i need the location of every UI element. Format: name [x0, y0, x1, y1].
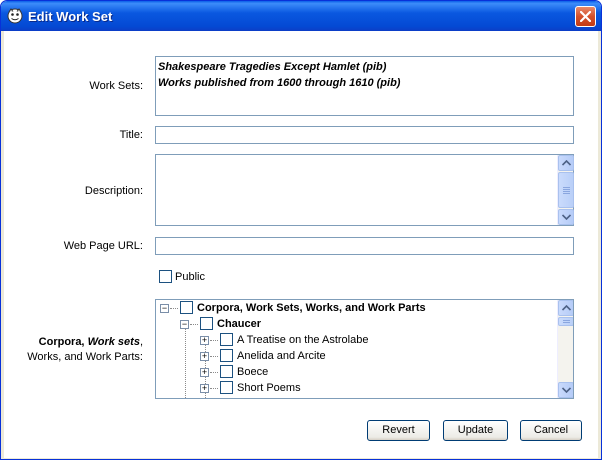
worksets-list[interactable]: Shakespeare Tragedies Except Hamlet (pib… — [155, 56, 574, 116]
tree-row-item[interactable]: + Anelida and Arcite — [156, 348, 556, 364]
arrow-up-icon — [562, 160, 571, 166]
close-button[interactable] — [575, 6, 596, 27]
tree-item-label: Short Poems — [237, 382, 301, 394]
tree-root-label: Corpora, Work Sets, Works, and Work Part… — [197, 302, 426, 314]
tree-row-item[interactable]: + Boece — [156, 364, 556, 380]
tree-scrollbar[interactable] — [557, 300, 573, 398]
tree-row-item[interactable]: + A Treatise on the Astrolabe — [156, 332, 556, 348]
tree-checkbox[interactable] — [200, 317, 213, 330]
arrow-up-icon — [562, 305, 571, 311]
scroll-down-button[interactable] — [558, 382, 573, 398]
tree-label-worksets: Work sets — [87, 336, 140, 348]
scroll-thumb[interactable] — [558, 172, 574, 208]
title-label: Title: — [119, 129, 143, 141]
tree-item-label: Anelida and Arcite — [237, 350, 326, 362]
tree-checkbox[interactable] — [220, 365, 233, 378]
title-bar[interactable]: Edit Work Set — [1, 1, 601, 31]
scroll-up-button[interactable] — [558, 155, 574, 171]
arrow-down-icon — [562, 214, 571, 220]
tree-row-corpus[interactable]: − Chaucer — [156, 316, 556, 332]
revert-button[interactable]: Revert — [367, 420, 430, 441]
description-textarea[interactable] — [155, 154, 574, 226]
scroll-thumb[interactable] — [558, 317, 573, 326]
tree-checkbox[interactable] — [220, 333, 233, 346]
tree-corpus-label: Chaucer — [217, 318, 262, 330]
window-title: Edit Work Set — [28, 9, 113, 24]
update-button[interactable]: Update — [443, 420, 508, 441]
tree-label-works: Works, and Work Parts: — [27, 351, 143, 363]
close-icon — [580, 11, 591, 22]
worksets-label: Work Sets: — [89, 80, 143, 92]
collapse-icon[interactable]: − — [180, 320, 189, 329]
workset-item[interactable]: Works published from 1600 through 1610 (… — [156, 75, 573, 91]
corpora-tree[interactable]: − Corpora, Work Sets, Works, and Work Pa… — [155, 299, 574, 399]
expand-icon[interactable]: + — [200, 336, 209, 345]
scroll-down-button[interactable] — [558, 209, 574, 225]
tree-label-corpora: Corpora, — [38, 336, 88, 348]
tree-checkbox[interactable] — [180, 301, 193, 314]
description-label: Description: — [84, 185, 143, 197]
tree-row-root[interactable]: − Corpora, Work Sets, Works, and Work Pa… — [156, 300, 556, 316]
edit-work-set-dialog: Edit Work Set Work Sets: Shakespeare Tra… — [0, 0, 602, 460]
title-input[interactable] — [155, 126, 574, 144]
collapse-icon[interactable]: − — [160, 304, 169, 313]
expand-icon[interactable]: + — [200, 352, 209, 361]
tree-item-label: A Treatise on the Astrolabe — [237, 334, 369, 346]
arrow-down-icon — [562, 387, 571, 393]
dialog-content: Work Sets: Shakespeare Tragedies Except … — [4, 31, 598, 458]
url-input[interactable] — [155, 237, 574, 255]
public-checkbox[interactable] — [159, 270, 172, 283]
tree-checkbox[interactable] — [220, 381, 233, 394]
tree-row-item[interactable]: + Short Poems — [156, 380, 556, 396]
expand-icon[interactable]: + — [200, 384, 209, 393]
cancel-button[interactable]: Cancel — [520, 420, 582, 441]
workset-item[interactable]: Shakespeare Tragedies Except Hamlet (pib… — [156, 59, 573, 75]
tree-checkbox[interactable] — [220, 349, 233, 362]
tree-label-comma: , — [139, 336, 143, 348]
url-label: Web Page URL: — [63, 240, 143, 252]
public-label: Public — [175, 271, 205, 283]
expand-icon[interactable]: + — [200, 368, 209, 377]
tree-label: Corpora, Work sets, Works, and Work Part… — [8, 335, 143, 365]
app-icon — [7, 8, 23, 24]
description-scrollbar[interactable] — [557, 155, 574, 225]
tree-item-label: Boece — [237, 366, 269, 378]
scroll-up-button[interactable] — [558, 300, 573, 316]
